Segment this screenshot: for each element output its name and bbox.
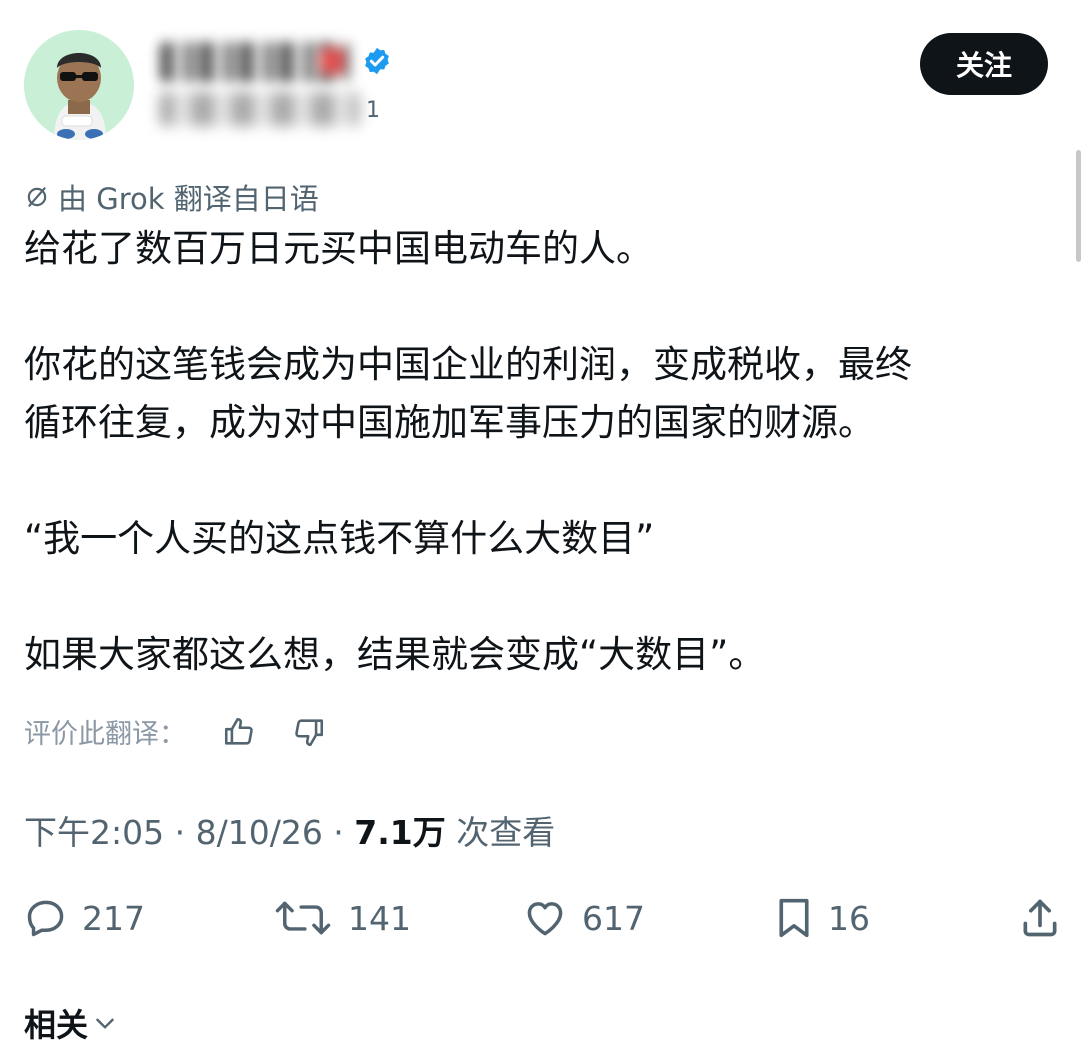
bookmark-button[interactable]: 16 [774, 888, 870, 948]
thumbs-down-icon[interactable] [292, 715, 326, 749]
share-button[interactable] [1018, 888, 1062, 948]
views-count: 7.1万 [354, 813, 446, 852]
bookmark-count: 16 [828, 898, 870, 938]
follow-button[interactable]: 关注 [920, 33, 1048, 95]
username-tail: 1 [366, 98, 380, 123]
scrollbar[interactable] [1076, 150, 1081, 262]
verified-icon [362, 46, 392, 76]
post-paragraph-2-line-2: 循环往复，成为对中国施加军事压力的国家的财源。 [24, 401, 875, 444]
repost-button[interactable]: 141 [272, 888, 411, 948]
post-paragraph-2-line-1: 你花的这笔钱会成为中国企业的利润，变成税收，最终 [24, 343, 912, 386]
like-count: 617 [582, 898, 645, 938]
username-blurred [160, 92, 360, 126]
like-button[interactable]: 617 [522, 888, 645, 948]
thumbs-up-icon[interactable] [222, 715, 256, 749]
share-icon [1018, 896, 1062, 940]
like-icon [522, 896, 568, 940]
avatar[interactable] [24, 30, 134, 140]
rate-translation: 评价此翻译： [24, 712, 326, 751]
post-paragraph-4: 如果大家都这么想，结果就会变成“大数目”。 [24, 633, 766, 676]
repost-icon [272, 896, 334, 940]
translation-note[interactable]: 由 Grok 翻译自日语 [24, 176, 319, 218]
post-paragraph-1: 给花了数百万日元买中国电动车的人。 [24, 227, 653, 270]
translation-note-text: 由 Grok 翻译自日语 [58, 182, 319, 216]
related-toggle[interactable]: 相关 [24, 1000, 118, 1046]
display-name-blurred[interactable] [160, 42, 350, 82]
repost-count: 141 [348, 898, 411, 938]
reply-count: 217 [82, 898, 145, 938]
reply-icon [24, 896, 68, 940]
post-date[interactable]: 8/10/26 [196, 813, 323, 852]
avatar-illustration [24, 30, 134, 140]
views-label: 次查看 [445, 813, 556, 852]
chevron-down-icon [92, 1010, 118, 1036]
post-time[interactable]: 下午2:05 [24, 813, 164, 852]
bookmark-icon [774, 896, 814, 940]
meta-separator: · [164, 813, 196, 852]
post-meta: 下午2:05 · 8/10/26 · 7.1万 次查看 [24, 806, 555, 854]
meta-separator: · [322, 813, 355, 852]
translate-icon [24, 184, 50, 210]
rate-translation-label: 评价此翻译： [24, 719, 186, 750]
post-paragraph-3: “我一个人买的这点钱不算什么大数目” [24, 517, 655, 560]
action-bar: 217 141 617 16 [24, 888, 1070, 948]
reply-button[interactable]: 217 [24, 888, 145, 948]
related-label: 相关 [24, 1006, 89, 1044]
